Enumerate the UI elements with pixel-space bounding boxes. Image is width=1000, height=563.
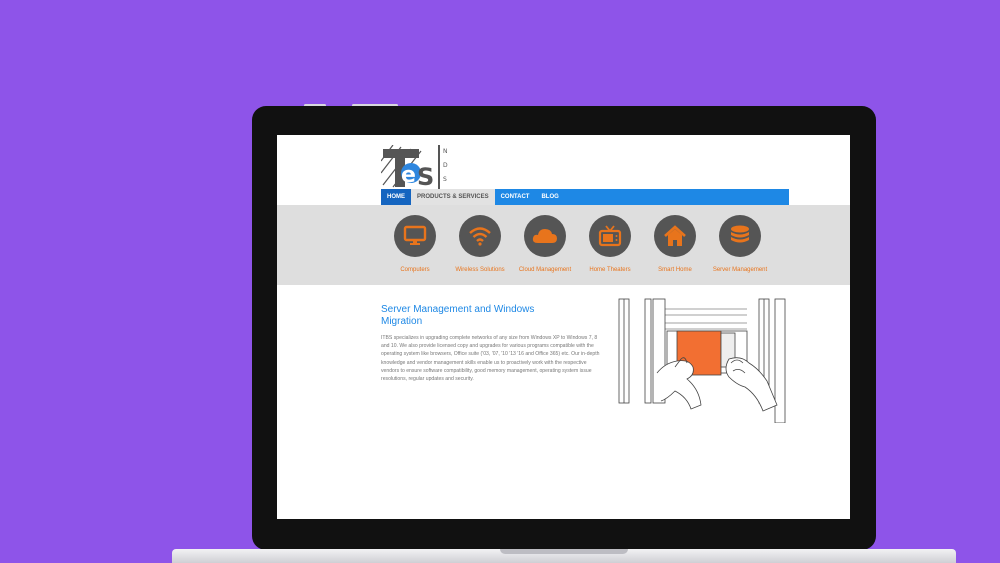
- service-home-theaters[interactable]: Home Theaters: [578, 215, 642, 273]
- service-icon-circle: [719, 215, 761, 257]
- wifi-icon: [469, 227, 491, 246]
- website-screen: e S N D S HOME PRODUCTS & SERVICES CONTA…: [277, 135, 850, 519]
- itbs-logo[interactable]: e S N D S: [381, 145, 453, 189]
- service-label: Smart Home: [658, 267, 692, 273]
- service-cloud[interactable]: Cloud Management: [513, 215, 577, 273]
- content-title: Server Management and Windows Migration: [381, 304, 535, 327]
- nav-contact[interactable]: CONTACT: [495, 189, 536, 205]
- svg-text:D: D: [443, 162, 448, 169]
- service-label: Computers: [400, 267, 430, 273]
- svg-text:e: e: [401, 163, 416, 188]
- svg-text:N: N: [443, 148, 448, 155]
- svg-text:S: S: [443, 176, 447, 183]
- laptop-notch: [500, 549, 628, 554]
- service-icon-circle: [459, 215, 501, 257]
- service-icon-circle: [394, 215, 436, 257]
- services-band: Computers Wireless Solutions Cloud Manag…: [277, 205, 850, 285]
- database-icon: [731, 225, 749, 243]
- nav-home[interactable]: HOME: [381, 189, 411, 205]
- nav-blog[interactable]: BLOG: [535, 189, 564, 205]
- main-nav: HOME PRODUCTS & SERVICES CONTACT BLOG: [381, 189, 789, 205]
- service-wireless[interactable]: Wireless Solutions: [448, 215, 512, 273]
- service-server-management[interactable]: Server Management: [708, 215, 772, 273]
- service-label: Home Theaters: [589, 267, 631, 273]
- service-icon-circle: [589, 215, 631, 257]
- service-icon-circle: [524, 215, 566, 257]
- nav-products-services[interactable]: PRODUCTS & SERVICES: [411, 189, 495, 205]
- service-icon-circle: [654, 215, 696, 257]
- service-label: Server Management: [712, 267, 768, 273]
- service-computers[interactable]: Computers: [383, 215, 447, 273]
- tv-icon: [598, 225, 622, 247]
- svg-text:S: S: [417, 163, 434, 189]
- cloud-icon: [532, 229, 557, 243]
- service-label: Cloud Management: [518, 267, 572, 273]
- content-body: ITBS specializes in upgrading complete n…: [381, 335, 600, 383]
- home-icon: [664, 225, 686, 246]
- service-label: Wireless Solutions: [455, 267, 505, 273]
- server-rack-illustration: [618, 298, 786, 423]
- monitor-icon: [403, 225, 427, 245]
- service-smart-home[interactable]: Smart Home: [643, 215, 707, 273]
